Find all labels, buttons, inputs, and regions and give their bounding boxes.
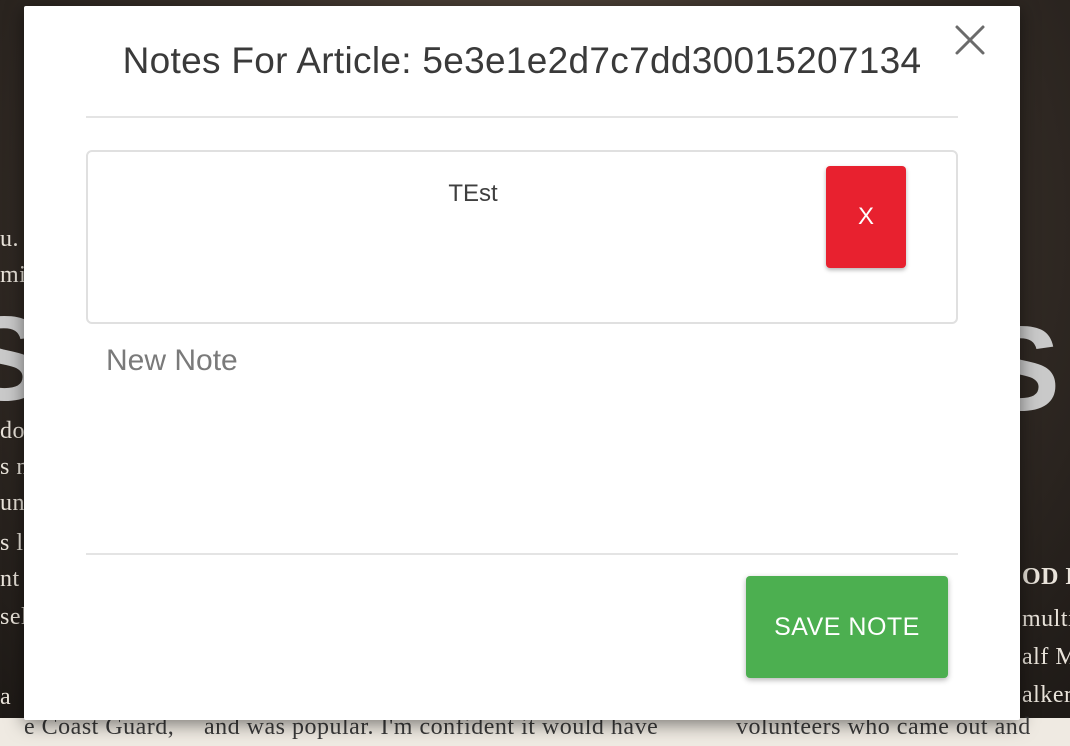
background-text: alf M (1022, 644, 1070, 670)
header-divider (86, 116, 958, 118)
background-strip: e Coast Guard, and was popular. I'm conf… (0, 714, 1070, 746)
note-card: TEst X (86, 150, 958, 324)
save-note-button[interactable]: SAVE NOTE (746, 576, 948, 678)
background-text: a (0, 684, 12, 710)
background-text: mi (0, 262, 27, 288)
background-text: s l (0, 530, 24, 556)
background-text: OD E (1022, 564, 1070, 590)
modal-title: Notes For Article: 5e3e1e2d7c7dd30015207… (122, 40, 922, 81)
note-text: TEst (448, 180, 498, 207)
delete-note-button[interactable]: X (826, 166, 906, 268)
background-text: un (0, 490, 25, 516)
notes-modal: Notes For Article: 5e3e1e2d7c7dd30015207… (24, 6, 1020, 720)
close-icon[interactable] (954, 24, 986, 56)
background-text: alkers (1022, 682, 1070, 708)
background-text: do (0, 418, 25, 444)
footer-divider (86, 553, 958, 555)
background-text: nt (0, 566, 20, 592)
background-text: multi (1022, 606, 1070, 632)
background-text: u. (0, 226, 19, 252)
new-note-input[interactable] (86, 344, 958, 549)
